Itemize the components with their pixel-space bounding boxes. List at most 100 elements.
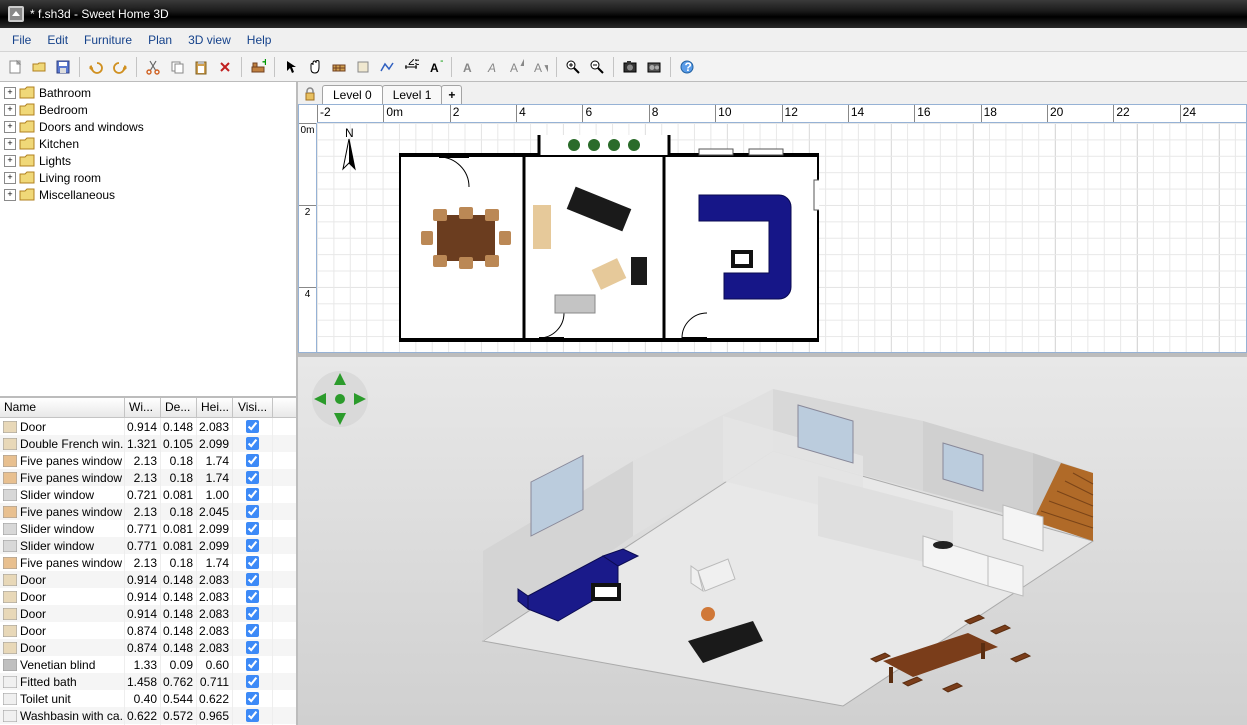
menu-edit[interactable]: Edit xyxy=(39,31,76,49)
column-header-depth[interactable]: De... xyxy=(161,398,197,417)
menu-file[interactable]: File xyxy=(4,31,39,49)
tree-item[interactable]: +Doors and windows xyxy=(2,118,294,135)
menu-3dview[interactable]: 3D view xyxy=(180,31,239,49)
floorplan-drawing[interactable] xyxy=(399,135,819,345)
table-row[interactable]: Door0.8740.1482.083 xyxy=(0,639,296,656)
tree-item[interactable]: +Kitchen xyxy=(2,135,294,152)
visible-checkbox[interactable] xyxy=(246,420,259,433)
create-walls-icon[interactable] xyxy=(328,56,350,78)
table-row[interactable]: Washbasin with ca...0.6220.5720.965 xyxy=(0,707,296,724)
visible-checkbox[interactable] xyxy=(246,471,259,484)
expand-icon[interactable]: + xyxy=(4,138,16,150)
column-header-name[interactable]: Name xyxy=(0,398,125,417)
tree-item[interactable]: +Living room xyxy=(2,169,294,186)
table-row[interactable]: Five panes window2.130.182.045 xyxy=(0,503,296,520)
menu-help[interactable]: Help xyxy=(239,31,280,49)
select-tool-icon[interactable] xyxy=(280,56,302,78)
visible-checkbox[interactable] xyxy=(246,556,259,569)
tree-item[interactable]: +Bedroom xyxy=(2,101,294,118)
table-row[interactable]: Fitted bath1.4580.7620.711 xyxy=(0,673,296,690)
create-polyline-icon[interactable] xyxy=(376,56,398,78)
table-row[interactable]: Slider window0.7710.0812.099 xyxy=(0,537,296,554)
expand-icon[interactable]: + xyxy=(4,189,16,201)
redo-icon[interactable] xyxy=(109,56,131,78)
photo-icon[interactable] xyxy=(619,56,641,78)
copy-icon[interactable] xyxy=(166,56,188,78)
table-row[interactable]: Door0.9140.1482.083 xyxy=(0,571,296,588)
column-header-visible[interactable]: Visi... xyxy=(233,398,273,417)
new-file-icon[interactable] xyxy=(4,56,26,78)
lock-icon[interactable] xyxy=(302,86,318,102)
tree-item[interactable]: +Bathroom xyxy=(2,84,294,101)
visible-checkbox[interactable] xyxy=(246,573,259,586)
tree-item[interactable]: +Lights xyxy=(2,152,294,169)
table-row[interactable]: Venetian blind1.330.090.60 xyxy=(0,656,296,673)
create-text-icon[interactable]: A+ xyxy=(424,56,446,78)
expand-icon[interactable]: + xyxy=(4,121,16,133)
expand-icon[interactable]: + xyxy=(4,104,16,116)
text-bold-icon[interactable]: A xyxy=(457,56,479,78)
view-3d-panel[interactable] xyxy=(298,357,1247,725)
cut-icon[interactable] xyxy=(142,56,164,78)
visible-checkbox[interactable] xyxy=(246,522,259,535)
column-header-height[interactable]: Hei... xyxy=(197,398,233,417)
visible-checkbox[interactable] xyxy=(246,454,259,467)
furniture-table-body[interactable]: Door0.9140.1482.083Double French win...1… xyxy=(0,418,296,725)
table-row[interactable]: Slider window0.7710.0812.099 xyxy=(0,520,296,537)
visible-checkbox[interactable] xyxy=(246,641,259,654)
visible-checkbox[interactable] xyxy=(246,505,259,518)
compass-icon[interactable]: N xyxy=(329,127,369,177)
expand-icon[interactable]: + xyxy=(4,87,16,99)
furniture-catalog-tree[interactable]: +Bathroom+Bedroom+Doors and windows+Kitc… xyxy=(0,82,296,398)
cell-visible xyxy=(233,707,273,724)
create-room-icon[interactable] xyxy=(352,56,374,78)
undo-icon[interactable] xyxy=(85,56,107,78)
visible-checkbox[interactable] xyxy=(246,624,259,637)
zoom-in-icon[interactable] xyxy=(562,56,584,78)
create-dimension-icon[interactable]: 25 xyxy=(400,56,422,78)
tab-add-level[interactable]: + xyxy=(441,85,462,104)
visible-checkbox[interactable] xyxy=(246,590,259,603)
delete-icon[interactable] xyxy=(214,56,236,78)
text-italic-icon[interactable]: A xyxy=(481,56,503,78)
tab-level-1[interactable]: Level 1 xyxy=(382,85,443,104)
visible-checkbox[interactable] xyxy=(246,437,259,450)
zoom-out-icon[interactable] xyxy=(586,56,608,78)
visible-checkbox[interactable] xyxy=(246,607,259,620)
text-decrease-icon[interactable]: A▼ xyxy=(529,56,551,78)
table-row[interactable]: Door0.8740.1482.083 xyxy=(0,622,296,639)
table-row[interactable]: Five panes window2.130.181.74 xyxy=(0,469,296,486)
text-increase-icon[interactable]: A▲ xyxy=(505,56,527,78)
nav-cross-icon[interactable] xyxy=(310,369,370,429)
help-icon[interactable]: ? xyxy=(676,56,698,78)
table-row[interactable]: Door0.9140.1482.083 xyxy=(0,605,296,622)
add-furniture-icon[interactable]: + xyxy=(247,56,269,78)
table-row[interactable]: Five panes window2.130.181.74 xyxy=(0,452,296,469)
plan-canvas[interactable]: -20m24681012141618202224 0m246 N xyxy=(298,104,1247,353)
expand-icon[interactable]: + xyxy=(4,155,16,167)
table-row[interactable]: Door0.9140.1482.083 xyxy=(0,588,296,605)
menu-plan[interactable]: Plan xyxy=(140,31,180,49)
column-header-width[interactable]: Wi... xyxy=(125,398,161,417)
save-icon[interactable] xyxy=(52,56,74,78)
paste-icon[interactable] xyxy=(190,56,212,78)
menu-furniture[interactable]: Furniture xyxy=(76,31,140,49)
table-row[interactable]: Slider window0.7210.0811.00 xyxy=(0,486,296,503)
visible-checkbox[interactable] xyxy=(246,692,259,705)
open-file-icon[interactable] xyxy=(28,56,50,78)
ruler-tick: 4 xyxy=(516,105,582,122)
table-row[interactable]: Door0.9140.1482.083 xyxy=(0,418,296,435)
table-row[interactable]: Five panes window2.130.181.74 xyxy=(0,554,296,571)
video-icon[interactable] xyxy=(643,56,665,78)
visible-checkbox[interactable] xyxy=(246,488,259,501)
expand-icon[interactable]: + xyxy=(4,172,16,184)
visible-checkbox[interactable] xyxy=(246,539,259,552)
table-row[interactable]: Toilet unit0.400.5440.622 xyxy=(0,690,296,707)
visible-checkbox[interactable] xyxy=(246,658,259,671)
table-row[interactable]: Double French win...1.3210.1052.099 xyxy=(0,435,296,452)
pan-tool-icon[interactable] xyxy=(304,56,326,78)
visible-checkbox[interactable] xyxy=(246,709,259,722)
tree-item[interactable]: +Miscellaneous xyxy=(2,186,294,203)
visible-checkbox[interactable] xyxy=(246,675,259,688)
tab-level-0[interactable]: Level 0 xyxy=(322,85,383,104)
